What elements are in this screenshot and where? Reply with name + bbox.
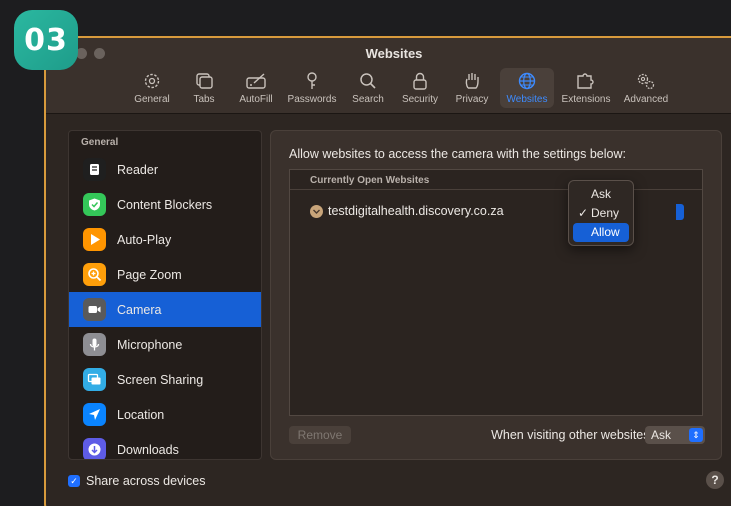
menu-item-label: Ask xyxy=(591,187,612,201)
sidebar-item-label: Screen Sharing xyxy=(117,372,204,387)
tab-autofill[interactable]: AutoFill xyxy=(232,68,280,108)
camera-settings-panel: Allow websites to access the camera with… xyxy=(270,130,722,460)
menu-item-allow[interactable]: Allow xyxy=(573,223,629,242)
share-checkbox[interactable]: ✓ xyxy=(68,475,80,487)
checkmark-icon: ✓ xyxy=(578,206,589,220)
remove-button[interactable]: Remove xyxy=(289,426,351,444)
websites-table: Currently Open Websites testdigitalhealt… xyxy=(289,169,703,416)
sidebar-item-label: Camera xyxy=(117,302,162,317)
gear-icon xyxy=(144,73,160,89)
sidebar-item-reader[interactable]: Reader xyxy=(69,152,261,187)
tab-tabs[interactable]: Tabs xyxy=(180,68,228,108)
titlebar: Websites General Tabs AutoFill Passwords… xyxy=(46,38,731,114)
sidebar-item-label: Microphone xyxy=(117,337,183,352)
sidebar-item-microphone[interactable]: Microphone xyxy=(69,327,261,362)
menu-item-ask[interactable]: Ask xyxy=(573,185,629,204)
preferences-window: Websites General Tabs AutoFill Passwords… xyxy=(44,36,731,506)
sidebar-item-page-zoom[interactable]: Page Zoom xyxy=(69,257,261,292)
sidebar-item-label: Content Blockers xyxy=(117,197,213,212)
sidebar-item-location[interactable]: Location xyxy=(69,397,261,432)
chevron-updown-icon: ⇕ xyxy=(689,428,703,442)
share-across-devices[interactable]: ✓ Share across devices xyxy=(68,474,206,488)
play-icon xyxy=(83,228,106,251)
sidebar-item-content-blockers[interactable]: Content Blockers xyxy=(69,187,261,222)
table-header: Currently Open Websites xyxy=(290,170,702,190)
tab-label: General xyxy=(134,94,170,105)
tab-general[interactable]: General xyxy=(128,68,176,108)
menu-item-deny[interactable]: ✓ Deny xyxy=(573,204,629,223)
tab-label: Websites xyxy=(506,94,548,105)
sidebar-item-label: Downloads xyxy=(117,442,179,457)
menu-item-label: Deny xyxy=(591,206,620,220)
help-button[interactable]: ? xyxy=(706,471,724,489)
tab-label: Advanced xyxy=(623,94,669,105)
sidebar-header: General xyxy=(81,137,119,148)
tab-label: Passwords xyxy=(287,94,337,105)
sidebar-item-screen-sharing[interactable]: Screen Sharing xyxy=(69,362,261,397)
camera-icon xyxy=(83,298,106,321)
tab-security[interactable]: Security xyxy=(396,68,444,108)
tab-websites[interactable]: Websites xyxy=(500,68,554,108)
share-label: Share across devices xyxy=(86,474,206,488)
location-arrow-icon xyxy=(83,403,106,426)
sidebar-item-label: Page Zoom xyxy=(117,267,182,282)
window-title: Websites xyxy=(365,46,423,61)
microphone-icon xyxy=(83,333,106,356)
tab-advanced[interactable]: Advanced xyxy=(618,68,674,108)
website-row[interactable]: testdigitalhealth.discovery.co.za xyxy=(310,204,504,218)
reader-icon xyxy=(83,158,106,181)
site-favicon-icon xyxy=(310,204,323,218)
settings-sidebar: General Reader Content Blockers Auto-Pla… xyxy=(68,130,262,460)
screen-sharing-icon xyxy=(83,368,106,391)
sidebar-item-auto-play[interactable]: Auto-Play xyxy=(69,222,261,257)
website-name: testdigitalhealth.discovery.co.za xyxy=(328,204,504,218)
menu-item-label: Allow xyxy=(591,225,620,239)
tab-extensions[interactable]: Extensions xyxy=(558,68,614,108)
globe-icon xyxy=(518,72,536,90)
site-permission-popup[interactable] xyxy=(676,204,684,220)
download-icon xyxy=(83,438,106,459)
sidebar-item-label: Location xyxy=(117,407,165,422)
tab-label: Search xyxy=(352,94,384,105)
tabs-icon xyxy=(196,73,213,89)
other-websites-select[interactable]: Ask ⇕ xyxy=(645,426,705,444)
sidebar-item-camera[interactable]: Camera xyxy=(69,292,261,327)
gears-icon xyxy=(637,73,655,90)
panel-heading: Allow websites to access the camera with… xyxy=(289,147,626,161)
shield-check-icon xyxy=(83,193,106,216)
key-icon xyxy=(307,72,317,89)
zoom-icon xyxy=(83,263,106,286)
sidebar-item-downloads[interactable]: Downloads xyxy=(69,432,261,459)
permission-menu: Ask ✓ Deny Allow xyxy=(568,180,634,246)
tab-passwords[interactable]: Passwords xyxy=(284,68,340,108)
puzzle-icon xyxy=(577,73,594,89)
tab-label: AutoFill xyxy=(239,94,273,105)
sidebar-item-label: Reader xyxy=(117,162,158,177)
tab-search[interactable]: Search xyxy=(344,68,392,108)
autofill-icon xyxy=(246,73,266,89)
hand-icon xyxy=(465,73,479,89)
sidebar-item-label: Auto-Play xyxy=(117,232,172,247)
search-icon xyxy=(360,73,376,89)
tab-privacy[interactable]: Privacy xyxy=(448,68,496,108)
tab-label: Security xyxy=(401,94,439,105)
step-badge: 03 xyxy=(14,10,78,70)
tab-label: Extensions xyxy=(561,94,611,105)
tab-label: Privacy xyxy=(455,94,489,105)
other-websites-value: Ask xyxy=(651,428,672,442)
lock-icon xyxy=(413,72,427,90)
other-websites-label: When visiting other websites: xyxy=(491,428,653,442)
preferences-toolbar: General Tabs AutoFill Passwords Search S… xyxy=(128,68,674,108)
tab-label: Tabs xyxy=(193,94,215,105)
